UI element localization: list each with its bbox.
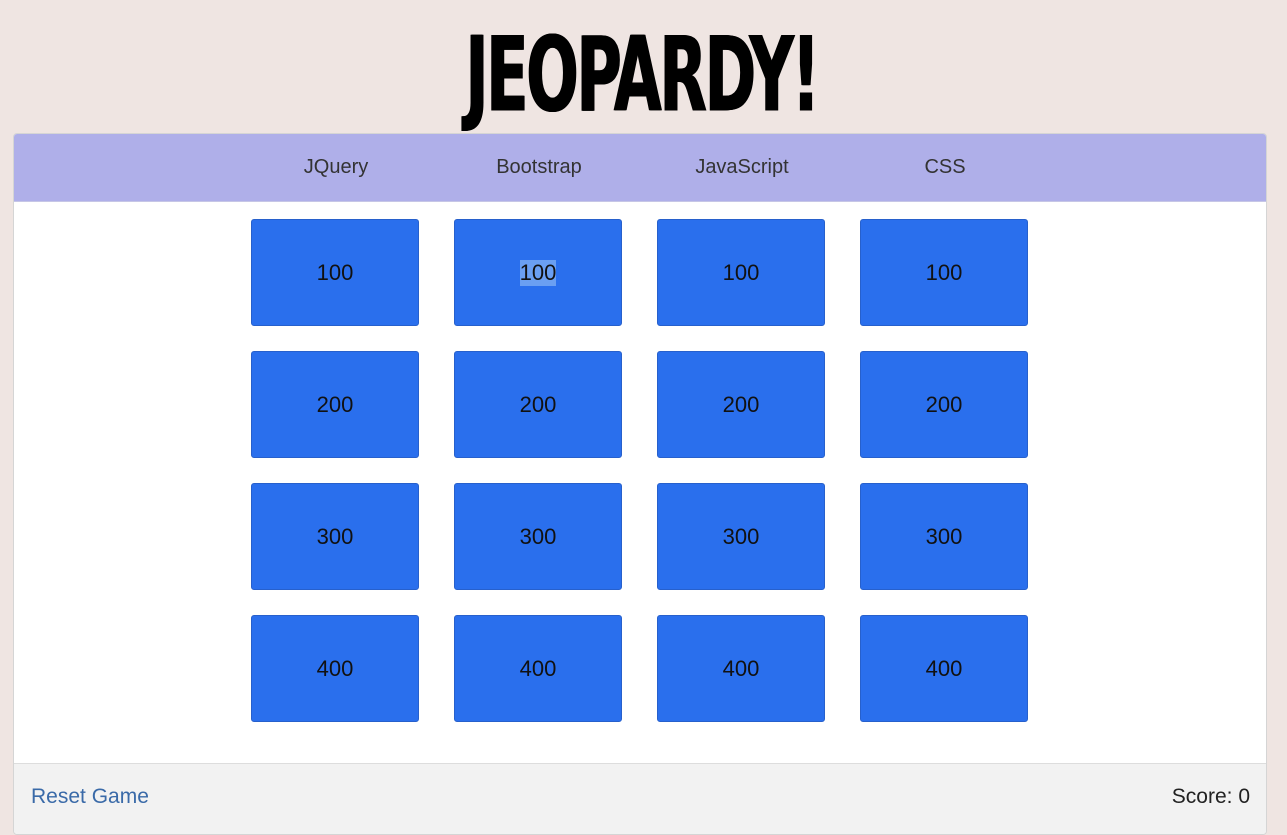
tile-javascript-200[interactable]: 200 (657, 351, 825, 458)
question-grid: 100 100 100 100 200 200 200 200 300 300 … (14, 202, 1266, 764)
tile-value: 200 (722, 391, 760, 417)
score-value: 0 (1238, 785, 1250, 808)
tile-value: 400 (316, 655, 354, 681)
logo-container: JEOPARDY! (0, 14, 1287, 136)
tile-css-200[interactable]: 200 (860, 351, 1028, 458)
tile-value: 400 (925, 655, 963, 681)
panel-footer: Reset Game Score: 0 (14, 763, 1266, 834)
category-javascript: JavaScript (695, 156, 789, 178)
tile-value: 100 (316, 259, 354, 285)
category-bootstrap: Bootstrap (496, 156, 582, 178)
tile-value: 400 (519, 655, 557, 681)
tile-value: 200 (925, 391, 963, 417)
tile-value-selected: 100 (519, 259, 557, 286)
tile-bootstrap-400[interactable]: 400 (454, 615, 622, 722)
tile-value: 300 (925, 523, 963, 549)
tile-value: 300 (316, 523, 354, 549)
category-css: CSS (924, 156, 966, 178)
tile-value: 400 (722, 655, 760, 681)
tile-value: 100 (925, 259, 963, 285)
score-display: Score: 0 (1172, 785, 1250, 809)
tile-css-400[interactable]: 400 (860, 615, 1028, 722)
jeopardy-logo: JEOPARDY! (465, 13, 820, 136)
tile-bootstrap-200[interactable]: 200 (454, 351, 622, 458)
tile-jquery-400[interactable]: 400 (251, 615, 419, 722)
tile-value: 300 (722, 523, 760, 549)
tile-javascript-300[interactable]: 300 (657, 483, 825, 590)
category-header: JQuery Bootstrap JavaScript CSS (14, 134, 1266, 202)
tile-javascript-100[interactable]: 100 (657, 219, 825, 326)
tile-css-300[interactable]: 300 (860, 483, 1028, 590)
tile-jquery-200[interactable]: 200 (251, 351, 419, 458)
tile-bootstrap-300[interactable]: 300 (454, 483, 622, 590)
game-board-panel: JQuery Bootstrap JavaScript CSS 100 100 … (13, 133, 1267, 835)
tile-value: 200 (316, 391, 354, 417)
reset-game-link[interactable]: Reset Game (31, 785, 149, 809)
tile-value: 300 (519, 523, 557, 549)
tile-javascript-400[interactable]: 400 (657, 615, 825, 722)
tile-css-100[interactable]: 100 (860, 219, 1028, 326)
tile-value: 200 (519, 391, 557, 417)
tile-jquery-300[interactable]: 300 (251, 483, 419, 590)
category-jquery: JQuery (303, 156, 369, 178)
tile-bootstrap-100[interactable]: 100 (454, 219, 622, 326)
tile-jquery-100[interactable]: 100 (251, 219, 419, 326)
tile-value: 100 (722, 259, 760, 285)
score-label: Score: (1171, 785, 1233, 808)
